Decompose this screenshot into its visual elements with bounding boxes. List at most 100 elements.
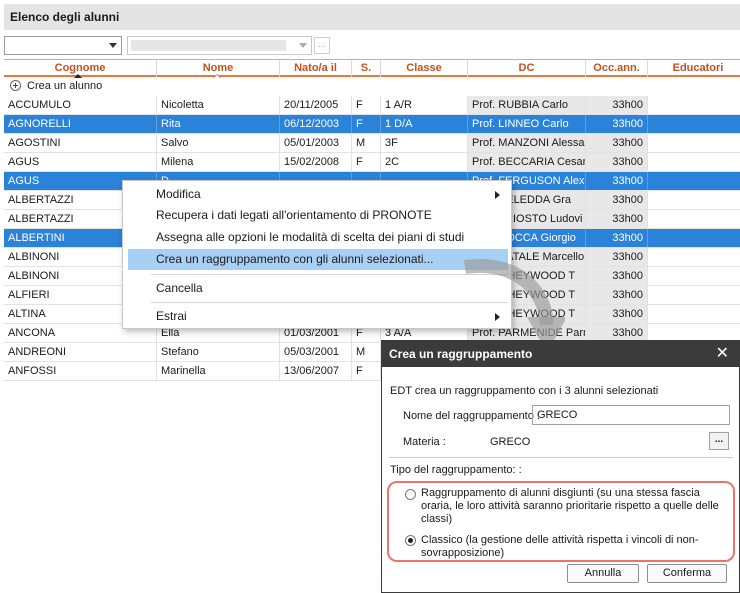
filter-combo-2[interactable] — [127, 36, 312, 55]
cell-educatori — [648, 96, 740, 114]
menu-item-recupera[interactable]: Recupera i dati legati all'orientamento … — [128, 205, 508, 226]
cell-cognome: AGNORELLI — [4, 115, 157, 133]
cell-nome: Marinella — [157, 362, 280, 380]
cell-educatori — [648, 134, 740, 152]
plus-circle-icon — [10, 80, 21, 91]
submenu-arrow-icon — [495, 191, 500, 199]
cell-occ: 33h00 — [586, 229, 648, 247]
cell-nome: Nicoletta — [157, 96, 280, 114]
menu-item-label: Assegna alle opzioni le modalità di scel… — [156, 230, 465, 244]
cell-educatori — [648, 305, 740, 323]
cell-occ: 33h00 — [586, 96, 648, 114]
cell-cognome: AGUS — [4, 153, 157, 171]
col-header-dc[interactable]: DC — [468, 60, 586, 77]
menu-item-label: Crea un raggruppamento con gli alunni se… — [156, 252, 434, 266]
group-type-options: Raggruppamento di alunni disgiunti (su u… — [387, 481, 735, 562]
cell-classe: 1 D/A — [381, 115, 468, 133]
subject-value: GRECO — [490, 436, 531, 448]
cell-sesso: F — [352, 362, 381, 380]
cell-sesso: M — [352, 134, 381, 152]
cell-occ: 33h00 — [586, 191, 648, 209]
option-classico-label: Classico (la gestione delle attività ris… — [421, 534, 699, 559]
cell-classe: 3F — [381, 134, 468, 152]
table-row[interactable]: AGOSTINI Salvo 05/01/2003 M 3F Prof. MANZONI … — [4, 134, 740, 153]
col-header-sesso[interactable]: S. — [352, 60, 381, 77]
cell-nato: 06/12/2003 — [280, 115, 352, 133]
cell-sesso: M — [352, 343, 381, 361]
menu-item-cancella[interactable]: Cancella — [128, 278, 508, 299]
cell-nato: 13/06/2007 — [280, 362, 352, 380]
window-title: Elenco degli alunni — [4, 4, 740, 30]
cell-occ: 33h00 — [586, 286, 648, 304]
cell-classe: 1 A/R — [381, 96, 468, 114]
col-header-classe[interactable]: Classe — [381, 60, 468, 77]
option-disgiunti-label: Raggruppamento di alunni disgiunti (su u… — [421, 487, 719, 525]
cell-occ: 33h00 — [586, 115, 648, 133]
cell-educatori — [648, 210, 740, 228]
dialog-title: Crea un raggruppamento — [382, 341, 739, 367]
chevron-down-icon — [109, 43, 117, 48]
cell-occ: 33h00 — [586, 267, 648, 285]
cell-occ: 33h00 — [586, 248, 648, 266]
menu-item-assegna[interactable]: Assegna alle opzioni le modalità di scel… — [128, 227, 508, 248]
col-header-nato[interactable]: Nato/a il — [280, 60, 352, 77]
cell-educatori — [648, 191, 740, 209]
radio-disgiunti[interactable] — [405, 489, 416, 500]
cell-nome: Milena — [157, 153, 280, 171]
dialog-intro: EDT crea un raggruppamento con i 3 alunn… — [390, 385, 659, 397]
cell-dc: Prof. RUBBIA Carlo — [468, 96, 586, 114]
cell-nome: Rita — [157, 115, 280, 133]
group-name-label: Nome del raggruppamento : — [403, 410, 540, 422]
cell-dc: Prof. MANZONI Alessa — [468, 134, 586, 152]
filter-more-button[interactable]: ... — [314, 37, 330, 54]
menu-item-label: Cancella — [156, 281, 203, 295]
cell-occ: 33h00 — [586, 134, 648, 152]
close-icon[interactable]: ✕ — [716, 341, 729, 367]
chevron-down-icon — [299, 43, 307, 48]
create-student-label: Crea un alunno — [27, 80, 103, 92]
menu-item-modifica[interactable]: Modifica — [128, 184, 508, 205]
col-header-educatori[interactable]: Educatori — [648, 60, 740, 77]
cell-cognome: ANDREONI — [4, 343, 157, 361]
cell-sesso: F — [352, 153, 381, 171]
divider — [389, 457, 733, 458]
cell-nome: Stefano — [157, 343, 280, 361]
group-type-label: Tipo del raggruppamento: : — [390, 464, 522, 476]
cell-nato: 05/03/2001 — [280, 343, 352, 361]
cell-occ: 33h00 — [586, 153, 648, 171]
table-row[interactable]: AGNORELLI Rita 06/12/2003 F 1 D/A Prof. LINNE… — [4, 115, 740, 134]
cell-dc: Prof. BECCARIA Cesar — [468, 153, 586, 171]
menu-item-estrai[interactable]: Estrai — [128, 306, 508, 327]
filter-combo-1[interactable] — [4, 36, 122, 55]
cell-classe: 2C — [381, 153, 468, 171]
cell-nato: 15/02/2008 — [280, 153, 352, 171]
cell-nato: 20/11/2005 — [280, 96, 352, 114]
subject-picker-button[interactable]: ... — [709, 432, 729, 450]
cell-sesso: F — [352, 96, 381, 114]
cancel-button[interactable]: Annulla — [567, 564, 639, 583]
table-row[interactable]: AGUS Milena 15/02/2008 F 2C Prof. BECCARIA Ce… — [4, 153, 740, 172]
cell-occ: 33h00 — [586, 172, 648, 190]
create-student-row[interactable]: Crea un alunno — [4, 77, 740, 96]
group-name-input[interactable]: GRECO — [532, 405, 730, 425]
menu-item-label: Modifica — [156, 187, 201, 201]
title-bar: Elenco degli alunni — [0, 0, 740, 30]
menu-item-label: Estrai — [156, 309, 187, 323]
confirm-button[interactable]: Conferma — [647, 564, 727, 583]
context-menu: Modifica Recupera i dati legati all'orie… — [122, 180, 512, 329]
col-header-occ[interactable]: Occ.ann. — [586, 60, 648, 77]
cell-nome: Salvo — [157, 134, 280, 152]
radio-classico[interactable] — [405, 535, 416, 546]
table-row[interactable]: ACCUMULO Nicoletta 20/11/2005 F 1 A/R Prof. R… — [4, 96, 740, 115]
cell-educatori — [648, 286, 740, 304]
cell-occ: 33h00 — [586, 210, 648, 228]
cell-educatori — [648, 172, 740, 190]
cell-cognome: AGOSTINI — [4, 134, 157, 152]
cell-occ: 33h00 — [586, 305, 648, 323]
cell-cognome: ANFOSSI — [4, 362, 157, 380]
create-group-dialog: Crea un raggruppamento ✕ EDT crea un rag… — [381, 340, 740, 593]
table-header: Cognome Nome Nato/a il S. Classe DC Occ.… — [4, 59, 740, 78]
cell-educatori — [648, 267, 740, 285]
cell-cognome: ACCUMULO — [4, 96, 157, 114]
menu-item-crea-raggruppamento[interactable]: Crea un raggruppamento con gli alunni se… — [128, 249, 508, 270]
